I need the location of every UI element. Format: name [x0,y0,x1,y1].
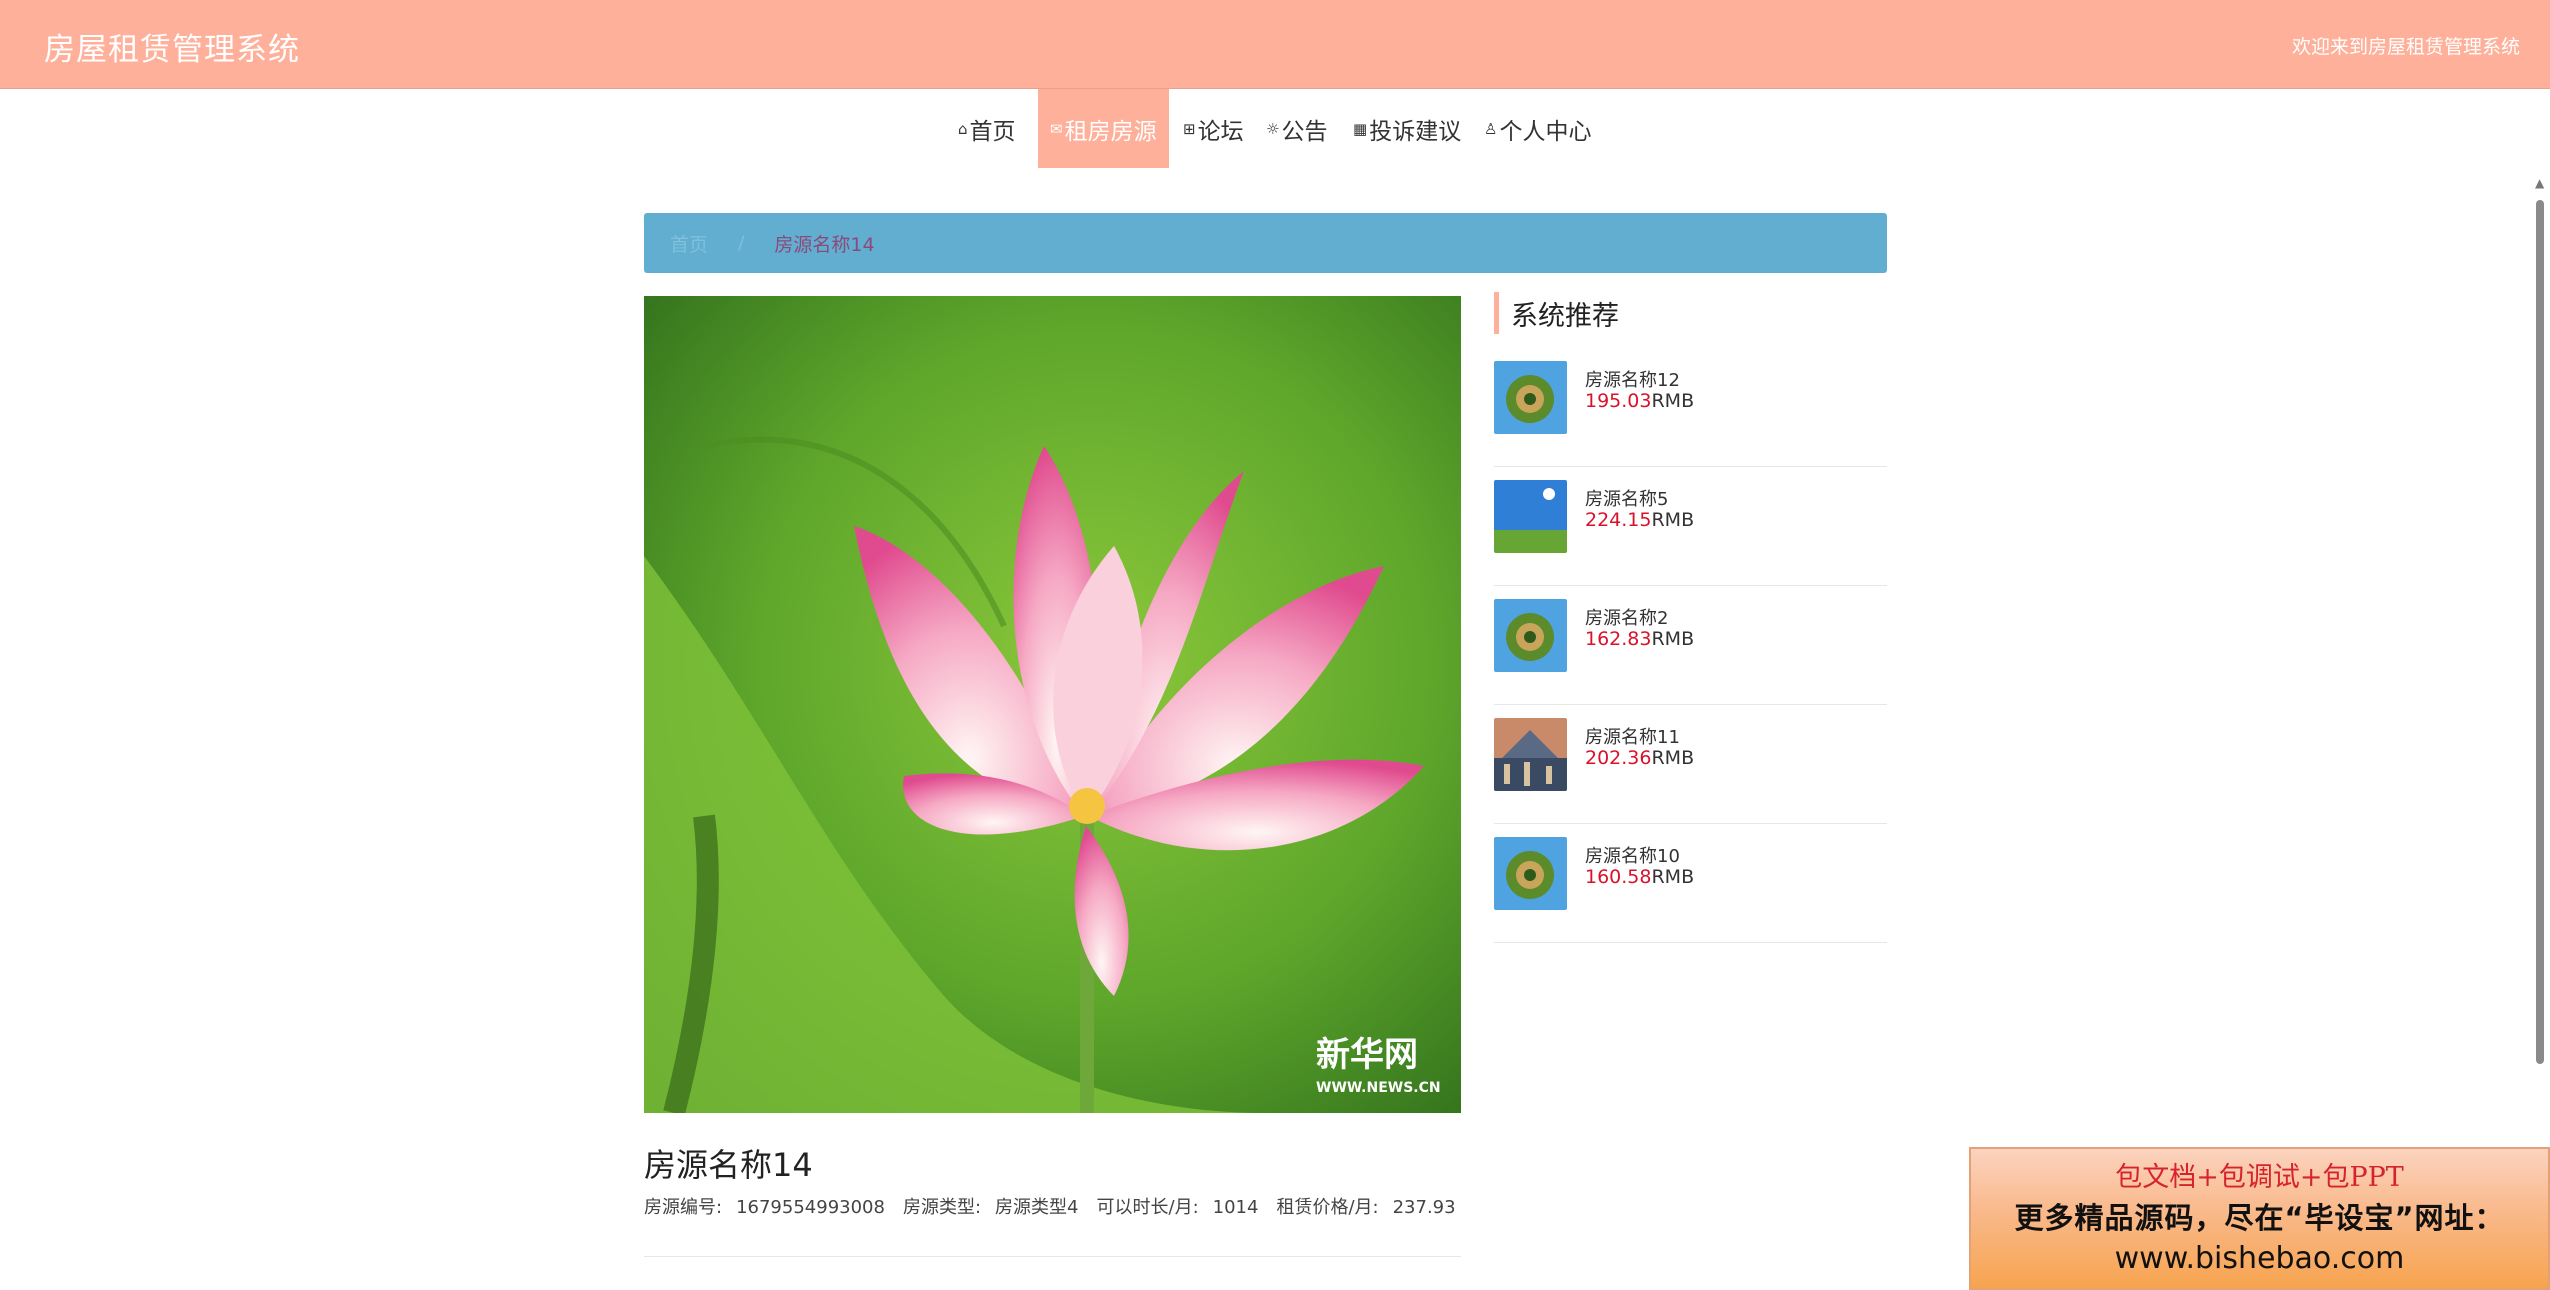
breadcrumb: 首页 / 房源名称14 [644,213,1887,273]
top-header: 房屋租赁管理系统 欢迎来到房屋租赁管理系统 [0,0,2550,89]
promo-url[interactable]: www.bishebao.com [1971,1241,2548,1276]
recommend-item[interactable]: 房源名称11 202.36RMB [1494,705,1887,824]
announcement-icon: ☼ [1266,119,1280,138]
recommend-thumb-planet[interactable] [1494,599,1567,672]
recommend-name[interactable]: 房源名称11 [1585,723,1680,749]
breadcrumb-home-link[interactable]: 首页 [670,230,708,257]
recommend-thumb-planet[interactable] [1494,361,1567,434]
nav-item-label: 首页 [969,118,1016,145]
home-icon: ⌂ [958,119,968,138]
breadcrumb-separator: / [738,232,745,254]
promo-line-2: 更多精品源码，尽在“毕设宝”网址： [2014,1201,2505,1235]
recommend-item[interactable]: 房源名称5 224.15RMB [1494,467,1887,586]
meta-listing-type: 房源类型: 房源类型4 [902,1197,1079,1218]
recommend-price: 195.03RMB [1585,390,1695,412]
recommend-name[interactable]: 房源名称10 [1585,842,1680,868]
recommend-price: 202.36RMB [1585,747,1695,769]
listing-meta: 房源编号: 1679554993008 房源类型: 房源类型4 可以时长/月: 101… [644,1193,1474,1219]
recommend-price: 160.58RMB [1585,866,1695,888]
recommend-panel: 系统推荐 房源名称12 195.03RMB 房源名称5 224.15RMB 房源… [1494,292,1887,943]
listing-main-image: 新华网 WWW.NEWS.CN [644,296,1461,1113]
nav-item-forum[interactable]: ⊞ 论坛 [1183,89,1244,168]
nav-item-label: 论坛 [1197,118,1244,145]
nav-item-label: 租房房源 [1064,118,1157,145]
meta-monthly-price: 租赁价格/月: 237.93 [1276,1197,1456,1218]
nav-item-complaint[interactable]: ▦ 投诉建议 [1353,89,1461,168]
site-title[interactable]: 房屋租赁管理系统 [44,24,300,69]
promo-banner[interactable]: 包文档+包调试+包PPT 更多精品源码，尽在“毕设宝”网址： www.bishe… [1969,1147,2550,1290]
nav-item-label: 个人中心 [1499,118,1592,145]
recommend-thumb-sky-field[interactable] [1494,480,1567,553]
forum-icon: ⊞ [1183,119,1196,138]
welcome-text: 欢迎来到房屋租赁管理系统 [2291,36,2520,58]
promo-line-1: 包文档+包调试+包PPT [2115,1162,2404,1193]
page-scrollbar[interactable]: ▲ [2533,176,2547,1290]
divider [644,1256,1461,1257]
nav-item-home[interactable]: ⌂ 首页 [958,89,1016,168]
complaint-icon: ▦ [1353,119,1368,138]
recommend-name[interactable]: 房源名称2 [1585,604,1668,630]
recommend-name[interactable]: 房源名称12 [1585,366,1680,392]
nav-item-label: 投诉建议 [1369,118,1462,145]
user-icon: ♙ [1484,119,1498,138]
recommend-item[interactable]: 房源名称12 195.03RMB [1494,348,1887,467]
nav-item-label: 公告 [1281,118,1328,145]
breadcrumb-current: 房源名称14 [774,233,875,256]
watermark-url: WWW.NEWS.CN [1316,1080,1441,1096]
nav-item-announcement[interactable]: ☼ 公告 [1266,89,1327,168]
meta-listing-id: 房源编号: 1679554993008 [644,1197,885,1218]
recommend-name[interactable]: 房源名称5 [1585,485,1668,511]
nav-item-profile[interactable]: ♙ 个人中心 [1484,89,1591,168]
recommend-price: 162.83RMB [1585,628,1695,650]
recommend-item[interactable]: 房源名称2 162.83RMB [1494,586,1887,705]
recommend-price: 224.15RMB [1585,509,1695,531]
main-nav: ⌂ 首页 ✉ 租房房源 ⊞ 论坛 ☼ 公告 ▦ 投诉建议 ♙ 个人中心 [0,89,2550,168]
scroll-thumb[interactable] [2536,200,2544,1064]
nav-item-listings[interactable]: ✉ 租房房源 [1038,89,1169,168]
recommend-thumb-city[interactable] [1494,718,1567,791]
listing-title: 房源名称14 [644,1146,813,1184]
meta-duration: 可以时长/月: 1014 [1096,1197,1259,1218]
mail-icon: ✉ [1050,119,1063,138]
recommend-item[interactable]: 房源名称10 160.58RMB [1494,824,1887,943]
watermark-text: 新华网 [1316,1035,1418,1075]
scroll-up-icon[interactable]: ▲ [2535,176,2544,190]
lotus-photo: 新华网 WWW.NEWS.CN [644,296,1461,1113]
recommend-thumb-planet[interactable] [1494,837,1567,910]
recommend-title: 系统推荐 [1494,292,1887,334]
